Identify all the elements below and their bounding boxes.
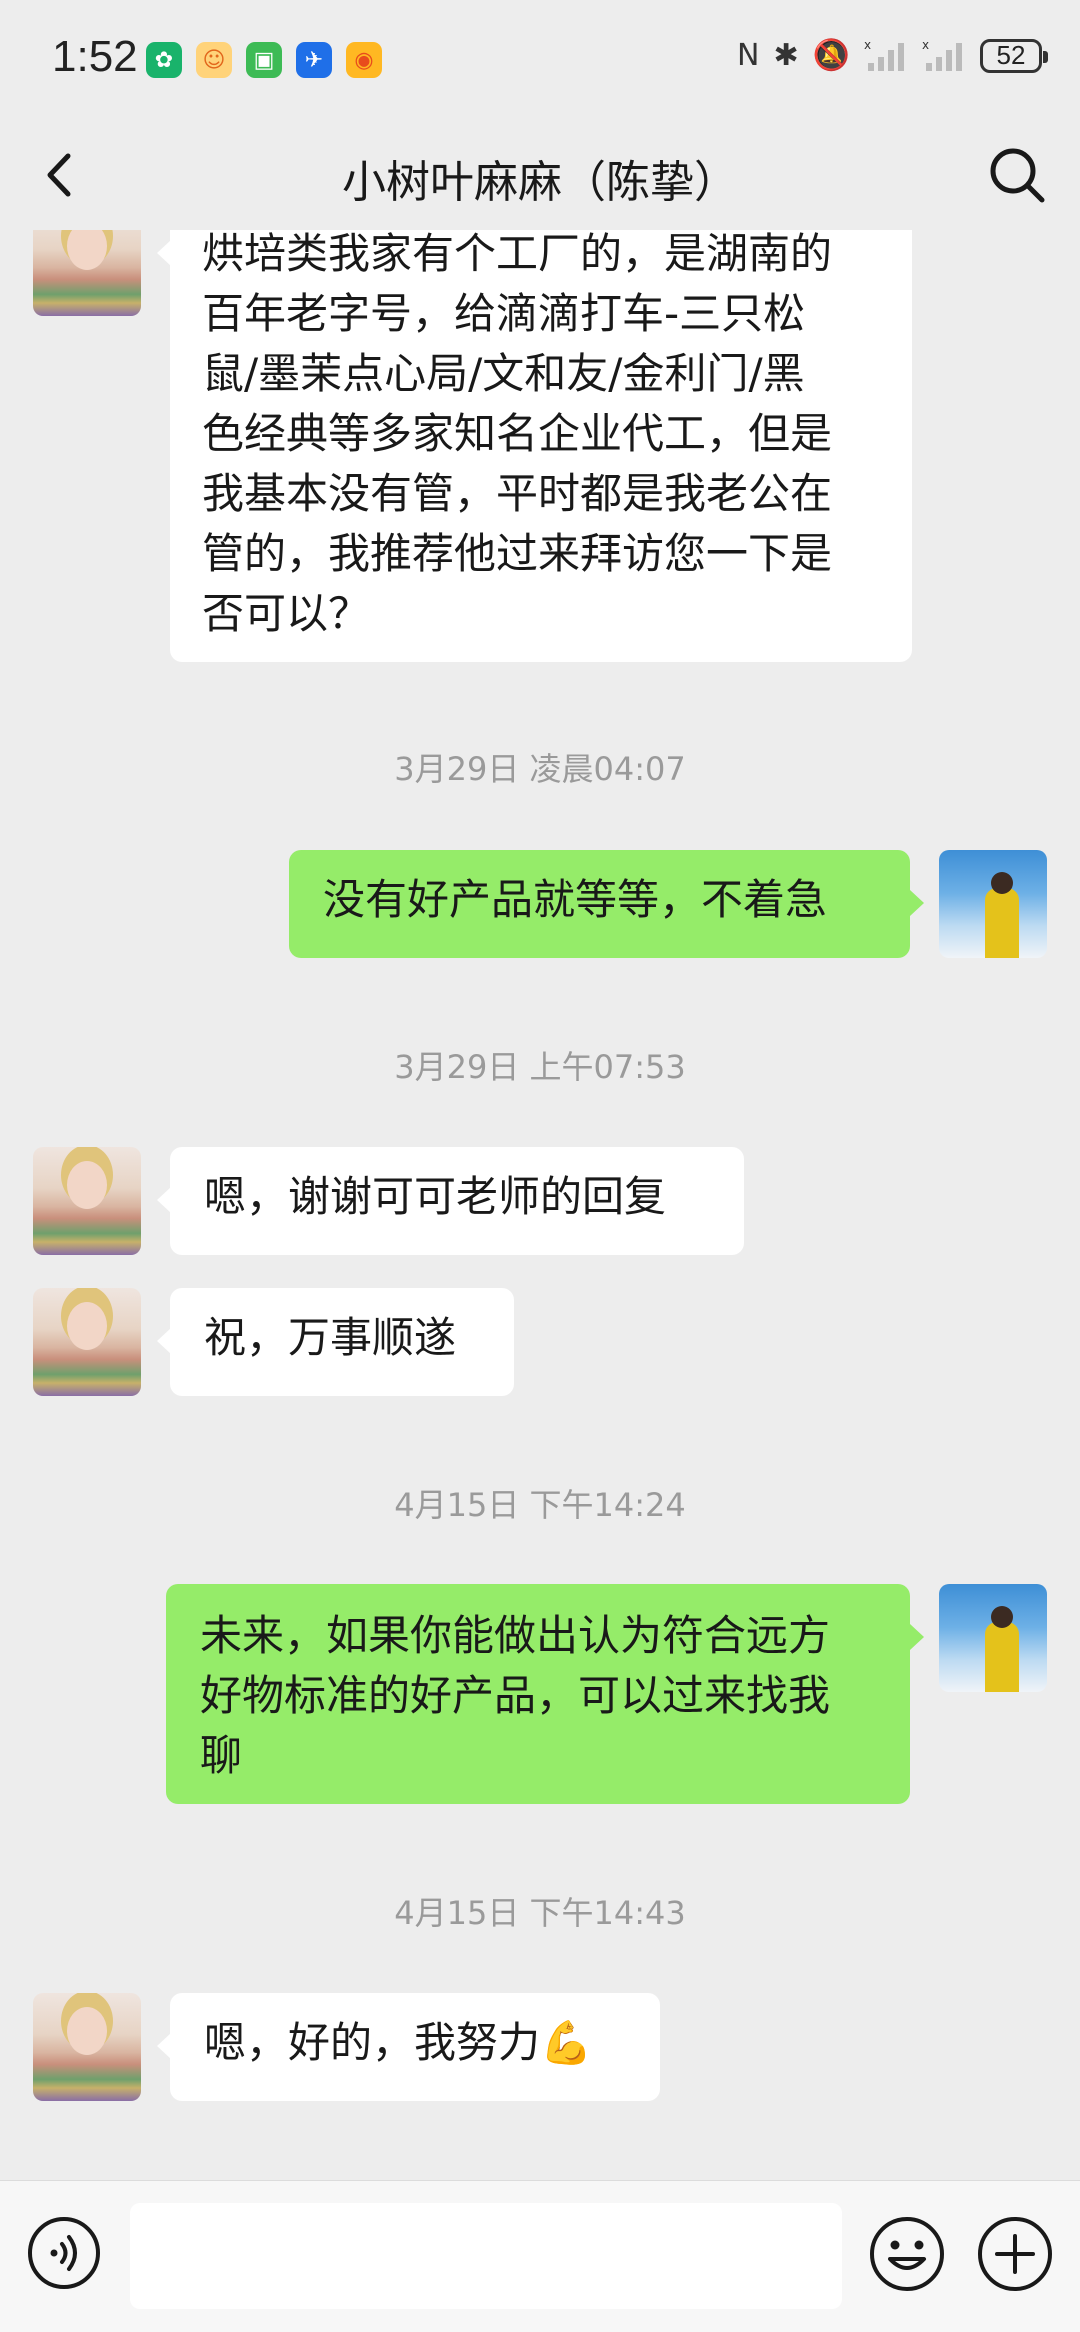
mute-bell-icon: 🔕: [812, 38, 850, 73]
search-icon[interactable]: [984, 142, 1050, 208]
battery-indicator: 52: [980, 38, 1048, 73]
app-notification-icon: ▣: [246, 42, 282, 78]
signal-icon: x: [864, 39, 904, 71]
bubble-tail: [157, 1187, 171, 1213]
app-notification-icon: ☺: [196, 42, 232, 78]
message-timestamp: 3月29日 凌晨04:07: [394, 750, 686, 788]
contact-avatar[interactable]: [33, 230, 141, 316]
message-input-bar: [0, 2180, 1080, 2332]
signal-icon: x: [922, 39, 962, 71]
chat-header: 小树叶麻麻（陈挚）: [0, 120, 1080, 230]
chat-title: 小树叶麻麻（陈挚）: [342, 157, 738, 208]
contact-avatar[interactable]: [33, 1147, 141, 1255]
status-time: 1:52: [52, 32, 138, 81]
bubble-tail: [157, 240, 171, 266]
message-timestamp: 4月15日 下午14:24: [394, 1486, 686, 1524]
status-icons: N ✱ 🔕 x x 52: [737, 38, 1048, 73]
message-list[interactable]: 烘培类我家有个工厂的，是湖南的 百年老字号，给滴滴打车-三只松 鼠/墨茉点心局/…: [0, 230, 1080, 2180]
message-bubble[interactable]: 没有好产品就等等，不着急: [289, 850, 910, 958]
bubble-tail: [910, 1624, 924, 1650]
app-notification-icon: ✿: [146, 42, 182, 78]
message-input[interactable]: [130, 2203, 842, 2309]
contact-avatar[interactable]: [33, 1288, 141, 1396]
bluetooth-icon: ✱: [773, 38, 799, 73]
bubble-tail: [157, 1328, 171, 1354]
message-bubble[interactable]: 未来，如果你能做出认为符合远方 好物标准的好产品，可以过来找我 聊: [166, 1584, 910, 1804]
status-bar: 1:52 ✿ ☺ ▣ ✈ ◉ N ✱ 🔕 x x 52: [0, 0, 1080, 120]
app-notification-icon: ◉: [346, 42, 382, 78]
bubble-tail: [157, 2033, 171, 2059]
message-timestamp: 3月29日 上午07:53: [394, 1048, 686, 1086]
self-avatar[interactable]: [939, 850, 1047, 958]
message-bubble[interactable]: 嗯，好的，我努力💪: [170, 1993, 660, 2101]
voice-icon[interactable]: [26, 2215, 102, 2291]
plus-icon[interactable]: [976, 2215, 1054, 2293]
message-bubble[interactable]: 嗯，谢谢可可老师的回复: [170, 1147, 744, 1255]
message-bubble[interactable]: 烘培类我家有个工厂的，是湖南的 百年老字号，给滴滴打车-三只松 鼠/墨茉点心局/…: [170, 230, 912, 662]
nfc-icon: N: [737, 38, 760, 73]
notification-app-icons: ✿ ☺ ▣ ✈ ◉: [146, 42, 382, 78]
self-avatar[interactable]: [939, 1584, 1047, 1692]
bubble-tail: [910, 890, 924, 916]
svg-text:x: x: [864, 39, 871, 52]
airplane-app-icon: ✈: [296, 42, 332, 78]
svg-text:x: x: [922, 39, 929, 52]
contact-avatar[interactable]: [33, 1993, 141, 2101]
emoji-icon[interactable]: [868, 2215, 946, 2293]
message-bubble[interactable]: 祝，万事顺遂: [170, 1288, 514, 1396]
message-timestamp: 4月15日 下午14:43: [394, 1894, 686, 1932]
